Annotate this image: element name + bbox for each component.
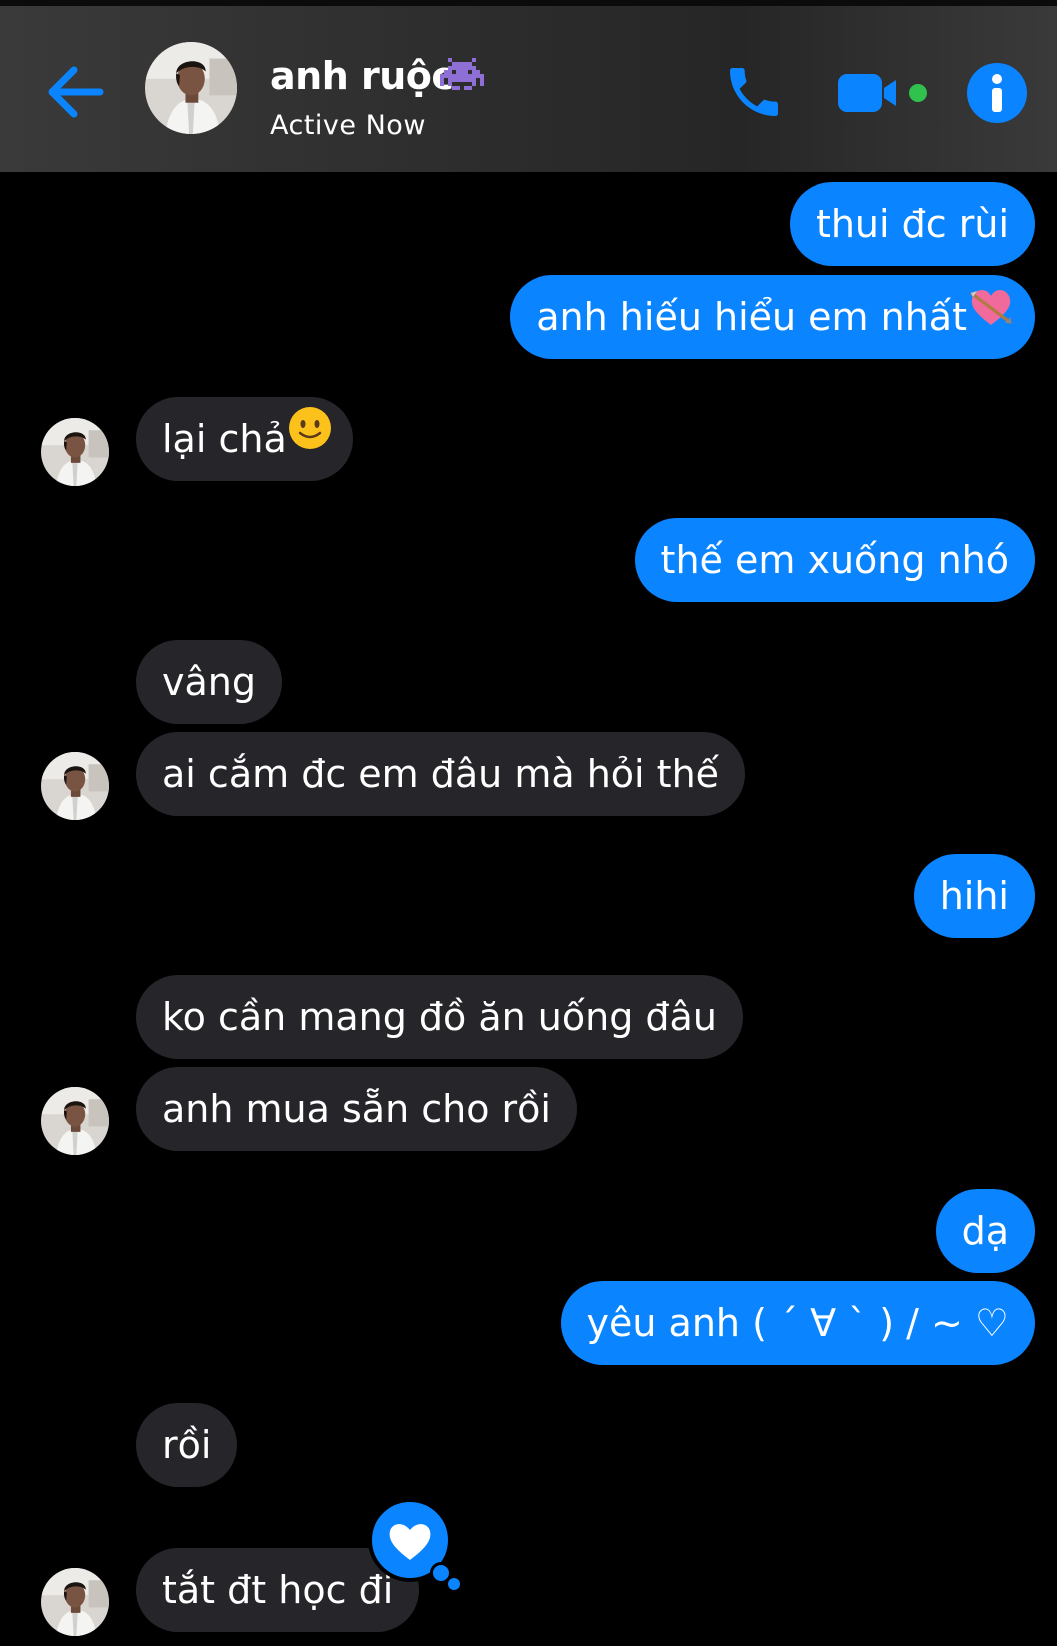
message-text: anh hiếu hiểu em nhất bbox=[536, 295, 967, 339]
message-text: thế em xuống nhó bbox=[660, 538, 1009, 582]
message-text: yêu anh ( ´ ∀ ` ) / ~ ♡ bbox=[586, 1301, 1009, 1345]
message-text: hihi bbox=[939, 874, 1009, 918]
outgoing-message[interactable]: thui đc rùi bbox=[789, 182, 1035, 266]
phone-call-icon[interactable] bbox=[722, 60, 786, 124]
incoming-message[interactable]: anh mua sẵn cho rồi bbox=[136, 1067, 577, 1151]
message-text: dạ bbox=[961, 1209, 1009, 1253]
message-text: tắt đt học đi bbox=[162, 1568, 394, 1612]
active-status: Active Now bbox=[270, 110, 426, 141]
message-text: lại chả bbox=[162, 417, 287, 461]
outgoing-message[interactable]: thế em xuống nhó bbox=[634, 518, 1035, 602]
incoming-message[interactable]: vâng bbox=[136, 640, 282, 724]
outgoing-message[interactable]: anh hiếu hiểu em nhất bbox=[510, 275, 1035, 359]
back-arrow-icon[interactable] bbox=[40, 56, 112, 128]
contact-avatar-small[interactable] bbox=[41, 1568, 109, 1636]
conversation-header: anh ruộc Active Now bbox=[0, 0, 1057, 172]
incoming-message[interactable]: ko cần mang đồ ăn uống đâu bbox=[136, 975, 743, 1059]
message-text: thui đc rùi bbox=[815, 202, 1009, 246]
contact-avatar-small[interactable] bbox=[41, 1087, 109, 1155]
incoming-message[interactable]: rồi bbox=[136, 1403, 238, 1487]
message-text: vâng bbox=[162, 660, 256, 704]
incoming-message[interactable]: lại chả bbox=[136, 397, 353, 481]
alien-monster-icon bbox=[440, 58, 484, 94]
heart-with-arrow-icon bbox=[967, 274, 1015, 358]
slightly-smiling-face-icon bbox=[287, 396, 333, 480]
outgoing-message[interactable]: hihi bbox=[913, 854, 1035, 938]
incoming-message[interactable]: ai cắm đc em đâu mà hỏi thế bbox=[136, 732, 746, 816]
message-text: rồi bbox=[162, 1423, 212, 1467]
message-text: anh mua sẵn cho rồi bbox=[162, 1087, 551, 1131]
contact-avatar-small[interactable] bbox=[41, 752, 109, 820]
outgoing-message[interactable]: yêu anh ( ´ ∀ ` ) / ~ ♡ bbox=[560, 1281, 1035, 1365]
contact-avatar-small[interactable] bbox=[41, 418, 109, 486]
contact-name[interactable]: anh ruộc bbox=[270, 54, 454, 98]
message-text: ai cắm đc em đâu mà hỏi thế bbox=[162, 752, 720, 796]
message-text: ko cần mang đồ ăn uống đâu bbox=[162, 995, 717, 1039]
outgoing-message[interactable]: dạ bbox=[935, 1189, 1035, 1273]
reaction-tail-dot bbox=[448, 1578, 460, 1590]
info-icon[interactable] bbox=[966, 62, 1028, 124]
contact-avatar[interactable] bbox=[145, 42, 237, 134]
video-call-icon[interactable] bbox=[836, 68, 932, 118]
